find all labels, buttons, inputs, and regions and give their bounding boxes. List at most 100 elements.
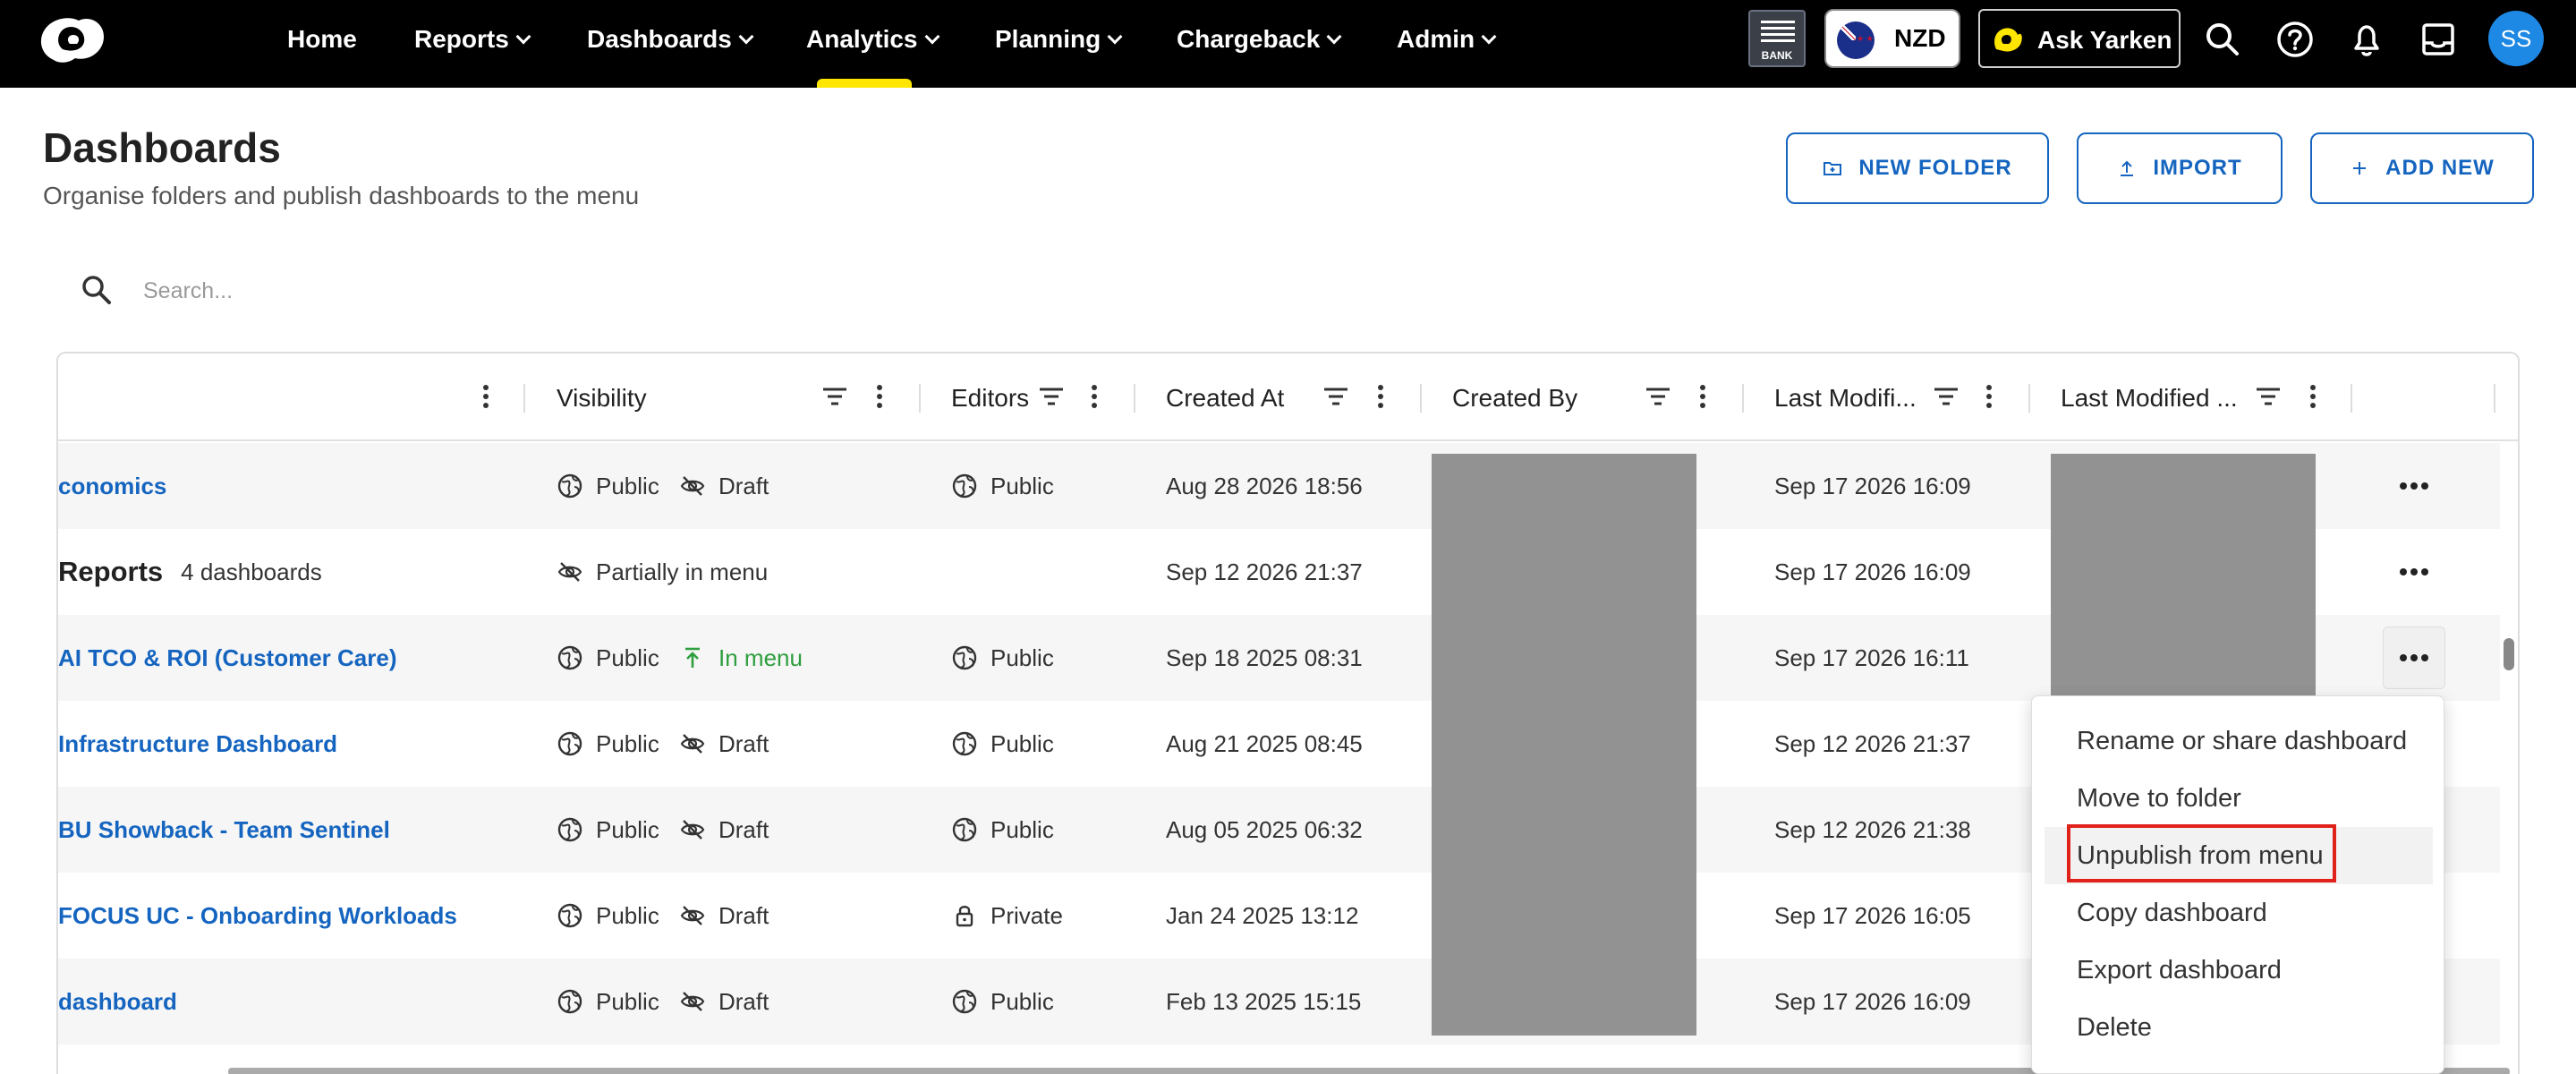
nav-admin[interactable]: Admin	[1397, 0, 1497, 79]
column-header-last-modified-at[interactable]: Last Modifi...	[1774, 384, 1917, 413]
globe-icon	[952, 645, 977, 670]
new-folder-button[interactable]: NEW FOLDER	[1786, 132, 2049, 204]
nav-chargeback[interactable]: Chargeback	[1177, 0, 1342, 79]
yarken-logo-icon	[1994, 28, 2022, 52]
column-separator	[1134, 384, 1135, 413]
globe-icon	[557, 817, 582, 842]
column-menu-icon[interactable]	[470, 379, 502, 414]
user-avatar[interactable]: SS	[2488, 11, 2544, 66]
search-icon	[82, 276, 111, 304]
column-separator	[2028, 384, 2030, 413]
row-actions-button[interactable]	[2383, 626, 2445, 689]
column-header-editors[interactable]: Editors	[951, 384, 1029, 413]
chevron-down-icon	[738, 29, 754, 45]
nav-analytics[interactable]: Analytics	[806, 0, 939, 79]
column-menu-icon[interactable]	[1687, 379, 1719, 414]
last-modified-at: Sep 12 2026 21:37	[1774, 729, 1971, 757]
created-at: Jan 24 2025 13:12	[1166, 901, 1359, 929]
ask-yarken-button[interactable]: Ask Yarken	[1978, 9, 2181, 68]
visibility-label: Public	[596, 472, 659, 499]
help-icon[interactable]	[2275, 20, 2315, 59]
currency-selector[interactable]: NZD	[1824, 9, 1960, 68]
dashboard-name-link[interactable]: conomics	[58, 473, 166, 500]
created-at: Aug 21 2025 08:45	[1166, 729, 1363, 757]
folder-name[interactable]: Reports	[58, 556, 163, 588]
dashboard-name-link[interactable]: FOCUS UC - Onboarding Workloads	[58, 902, 457, 930]
menu-item-delete[interactable]: Delete	[2045, 999, 2433, 1056]
eye-off-icon	[680, 734, 705, 754]
column-header-visibility[interactable]: Visibility	[557, 384, 647, 413]
folder-add-icon	[1824, 162, 1842, 175]
import-button[interactable]: IMPORT	[2077, 132, 2283, 204]
bell-icon[interactable]	[2347, 20, 2386, 59]
menu-item-rename-share[interactable]: Rename or share dashboard	[2045, 712, 2433, 770]
dashboard-name-link[interactable]: dashboard	[58, 988, 177, 1016]
upload-icon	[2121, 160, 2134, 176]
column-separator	[1420, 384, 1422, 413]
row-actions-button[interactable]	[2383, 455, 2445, 517]
ask-yarken-label: Ask Yarken	[2037, 26, 2172, 54]
page-title: Dashboards	[43, 124, 281, 171]
column-menu-icon[interactable]	[2297, 379, 2329, 414]
filter-icon[interactable]	[1035, 379, 1067, 414]
editors-label: Public	[990, 472, 1054, 499]
chevron-down-icon	[1481, 29, 1497, 45]
menu-item-export[interactable]: Export dashboard	[2045, 942, 2433, 999]
dashboard-name-link[interactable]: Infrastructure Dashboard	[58, 730, 337, 758]
eye-off-icon	[680, 476, 705, 496]
last-modified-at: Sep 17 2026 16:09	[1774, 558, 1971, 585]
column-header-last-modified-by[interactable]: Last Modified ...	[2061, 384, 2238, 413]
column-menu-icon[interactable]	[1365, 379, 1397, 414]
column-menu-icon[interactable]	[863, 379, 896, 414]
last-modified-at: Sep 17 2026 16:05	[1774, 901, 1971, 929]
search-icon[interactable]	[2203, 20, 2242, 59]
nav-reports[interactable]: Reports	[414, 0, 531, 79]
eye-off-icon	[680, 820, 705, 840]
table-header: Visibility Editors Created At Created By…	[58, 354, 2518, 441]
top-navbar: Home Reports Dashboards Analytics Planni…	[0, 0, 2576, 88]
column-menu-icon[interactable]	[1973, 379, 2005, 414]
last-modified-at: Sep 12 2026 21:38	[1774, 815, 1971, 843]
column-header-created-at[interactable]: Created At	[1166, 384, 1284, 413]
filter-icon[interactable]	[1930, 379, 1962, 414]
nav-planning[interactable]: Planning	[995, 0, 1123, 79]
app-logo-icon[interactable]	[36, 13, 107, 67]
nz-flag-icon	[1837, 21, 1875, 59]
dashboard-name-link[interactable]: BU Showback - Team Sentinel	[58, 816, 390, 844]
nav-chargeback-label: Chargeback	[1177, 25, 1321, 53]
status-label: Draft	[718, 472, 769, 499]
created-at: Feb 13 2025 15:15	[1166, 987, 1362, 1015]
dashboard-name-link[interactable]: AI TCO & ROI (Customer Care)	[58, 644, 397, 672]
nav-home-label: Home	[287, 25, 357, 53]
nav-home[interactable]: Home	[287, 0, 357, 79]
highlight-box	[2067, 824, 2336, 882]
editors-label: Public	[990, 729, 1054, 757]
column-menu-icon[interactable]	[1078, 379, 1110, 414]
nav-dashboards[interactable]: Dashboards	[587, 0, 754, 79]
redacted-last-modified-by	[2051, 454, 2316, 695]
filter-icon[interactable]	[819, 379, 851, 414]
eye-off-icon	[680, 992, 705, 1011]
search-input[interactable]	[143, 268, 948, 313]
add-new-button[interactable]: ADD NEW	[2310, 132, 2534, 204]
column-header-created-by[interactable]: Created By	[1452, 384, 1577, 413]
filter-icon[interactable]	[1642, 379, 1674, 414]
inbox-icon[interactable]	[2419, 20, 2458, 59]
last-modified-at: Sep 17 2026 16:11	[1774, 644, 1969, 671]
nav-planning-label: Planning	[995, 25, 1101, 53]
filter-icon[interactable]	[2252, 379, 2284, 414]
bank-switcher[interactable]: BANK	[1748, 10, 1806, 67]
column-separator	[1742, 384, 1744, 413]
visibility-label: Public	[596, 815, 659, 843]
bank-icon	[1761, 21, 1795, 44]
visibility-label: Public	[596, 987, 659, 1015]
vertical-scrollbar[interactable]	[2504, 638, 2514, 670]
chevron-down-icon	[1107, 29, 1123, 45]
nav-reports-label: Reports	[414, 25, 509, 53]
filter-icon[interactable]	[1320, 379, 1352, 414]
menu-item-copy[interactable]: Copy dashboard	[2045, 884, 2433, 942]
more-horizontal-icon	[2400, 654, 2428, 661]
row-actions-button[interactable]	[2383, 541, 2445, 603]
editors-label: Private	[990, 901, 1063, 929]
menu-item-move-to-folder[interactable]: Move to folder	[2045, 770, 2433, 827]
